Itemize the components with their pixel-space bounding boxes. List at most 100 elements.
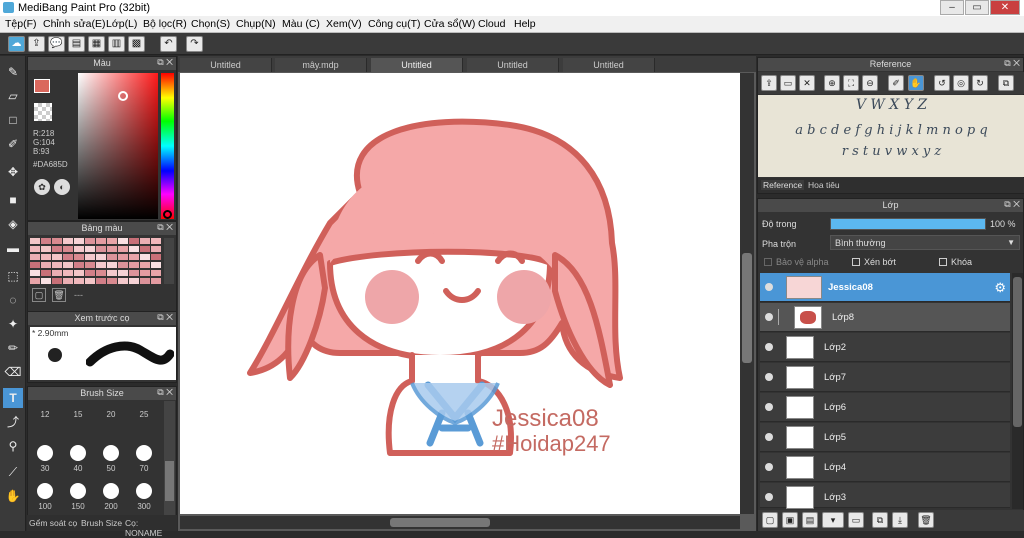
doc-tab[interactable]: Untitled	[180, 58, 272, 72]
visibility-icon[interactable]	[765, 313, 773, 321]
lock-checkbox[interactable]	[939, 258, 947, 266]
palette-swatch[interactable]	[52, 238, 62, 244]
brush-size-option[interactable]: 300	[131, 483, 157, 511]
tab-brush[interactable]: Cọ: NONAME	[125, 518, 177, 538]
tab-brush-control[interactable]: Gểm soát cọ	[29, 518, 77, 528]
brush-size-option[interactable]: 30	[32, 445, 58, 473]
horizontal-scroll-thumb[interactable]	[390, 518, 490, 527]
palette-swatch[interactable]	[96, 262, 106, 268]
palette-swatch[interactable]	[85, 278, 95, 284]
panel-controls-icon[interactable]: ⧉ ✕	[157, 312, 173, 323]
clipping-checkbox[interactable]	[852, 258, 860, 266]
palette-swatch[interactable]	[85, 254, 95, 260]
menu-color[interactable]: Màu (C)	[282, 18, 320, 30]
menu-file[interactable]: Tệp(F)	[5, 18, 37, 30]
palette-swatch[interactable]	[85, 238, 95, 244]
palette-swatch[interactable]	[96, 278, 106, 284]
maximize-button[interactable]: ▭	[965, 0, 989, 15]
doc-tab[interactable]: Untitled	[563, 58, 655, 72]
menu-cloud[interactable]: Cloud	[478, 18, 505, 30]
palette-swatch[interactable]	[96, 254, 106, 260]
palette-swatch[interactable]	[151, 254, 161, 260]
protect-alpha-checkbox[interactable]	[764, 258, 772, 266]
palette-swatch[interactable]	[96, 246, 106, 252]
hand-icon[interactable]: ✋	[3, 486, 23, 506]
palette-swatch[interactable]	[52, 278, 62, 284]
hand-icon[interactable]: ✋	[908, 75, 924, 91]
palette-swatch[interactable]	[74, 278, 84, 284]
close-ref-icon[interactable]: ✕	[799, 75, 815, 91]
chat-icon[interactable]: ▤	[68, 36, 85, 52]
layer-row-lop8[interactable]: Lớp8	[760, 303, 1010, 332]
blend-mode-select[interactable]: Bình thường ▼	[830, 235, 1020, 250]
palette-swatch[interactable]	[140, 238, 150, 244]
layer-row-jessica08[interactable]: Jessica08 ⚙	[760, 273, 1010, 302]
palette-swatch[interactable]	[30, 238, 40, 244]
palette-swatch[interactable]	[52, 262, 62, 268]
picker-cursor[interactable]	[118, 91, 128, 101]
rotate-right-icon[interactable]: ↻	[972, 75, 988, 91]
vertical-scrollbar[interactable]	[740, 73, 754, 514]
merge-icon[interactable]: ⤓	[892, 512, 908, 528]
menu-view[interactable]: Xem(V)	[326, 18, 362, 30]
palette-swatch[interactable]	[118, 262, 128, 268]
visibility-icon[interactable]	[765, 373, 773, 381]
palette-scrollbar[interactable]	[164, 238, 174, 284]
palette-swatch[interactable]	[107, 278, 117, 284]
select-eraser-icon[interactable]: ⌫	[3, 362, 23, 382]
palette-swatch[interactable]	[107, 262, 117, 268]
tiles-icon[interactable]: ▩	[128, 36, 145, 52]
hue-cursor[interactable]	[163, 210, 172, 219]
palette-swatch[interactable]	[140, 246, 150, 252]
palette-swatch[interactable]	[85, 270, 95, 276]
palette-swatch[interactable]	[52, 254, 62, 260]
comment-icon[interactable]: 💬	[48, 36, 65, 52]
palette-swatch[interactable]	[96, 270, 106, 276]
layer-row-lop5[interactable]: Lớp5	[760, 423, 1010, 452]
scroll-thumb[interactable]	[165, 461, 174, 501]
new-palette-icon[interactable]: ▢	[32, 288, 46, 302]
opacity-slider[interactable]	[830, 218, 986, 230]
visibility-icon[interactable]	[765, 493, 773, 501]
palette-swatch[interactable]	[63, 278, 73, 284]
palette-swatch[interactable]	[129, 246, 139, 252]
palette-swatch[interactable]	[41, 246, 51, 252]
rotate-left-icon[interactable]: ↺	[934, 75, 950, 91]
brush-icon[interactable]: ✎	[3, 62, 23, 82]
palette-swatch[interactable]	[63, 270, 73, 276]
tab-navigator[interactable]: Hoa tiêu	[808, 180, 840, 190]
transparent-swatch[interactable]	[34, 103, 52, 121]
menu-window[interactable]: Cửa sổ(W)	[424, 18, 475, 30]
folder-icon[interactable]: ▭	[780, 75, 796, 91]
fill-rect-icon[interactable]: ■	[3, 190, 23, 210]
palette-swatch[interactable]	[151, 246, 161, 252]
layer-row-lop3[interactable]: Lớp3	[760, 483, 1010, 509]
palette-swatch[interactable]	[41, 238, 51, 244]
palette-swatch[interactable]	[151, 262, 161, 268]
palette-swatch[interactable]	[41, 254, 51, 260]
palette-icon[interactable]: ✿	[34, 179, 50, 195]
palette-swatch[interactable]	[41, 262, 51, 268]
move-icon[interactable]: ✥	[3, 162, 23, 182]
palette-swatch[interactable]	[140, 278, 150, 284]
zoom-out-icon[interactable]: ⊖	[862, 75, 878, 91]
palette-swatch[interactable]	[30, 278, 40, 284]
drawing-canvas[interactable]: Jessica08 #Hoidap247	[180, 73, 740, 514]
brush-size-option[interactable]: 15	[65, 407, 91, 419]
lasso-icon[interactable]: ◌	[3, 290, 23, 310]
bucket-icon[interactable]: ◈	[3, 214, 23, 234]
eyedropper-icon[interactable]: ✐	[888, 75, 904, 91]
vertical-scroll-thumb[interactable]	[742, 253, 752, 363]
brush-size-option[interactable]: 150	[65, 483, 91, 511]
menu-select[interactable]: Chọn(S)	[191, 18, 230, 30]
palette-swatch[interactable]	[118, 238, 128, 244]
palette-swatch[interactable]	[63, 262, 73, 268]
palette-swatch[interactable]	[74, 262, 84, 268]
cloud-icon[interactable]: ☁	[8, 36, 25, 52]
brush-size-option[interactable]: 200	[98, 483, 124, 511]
select-rect-icon[interactable]: ⬚	[3, 266, 23, 286]
undo-icon[interactable]: ↶	[160, 36, 177, 52]
palette-swatches[interactable]	[28, 237, 161, 285]
eyedropper-icon[interactable]: ⟋	[3, 462, 23, 482]
palette-swatch[interactable]	[30, 246, 40, 252]
